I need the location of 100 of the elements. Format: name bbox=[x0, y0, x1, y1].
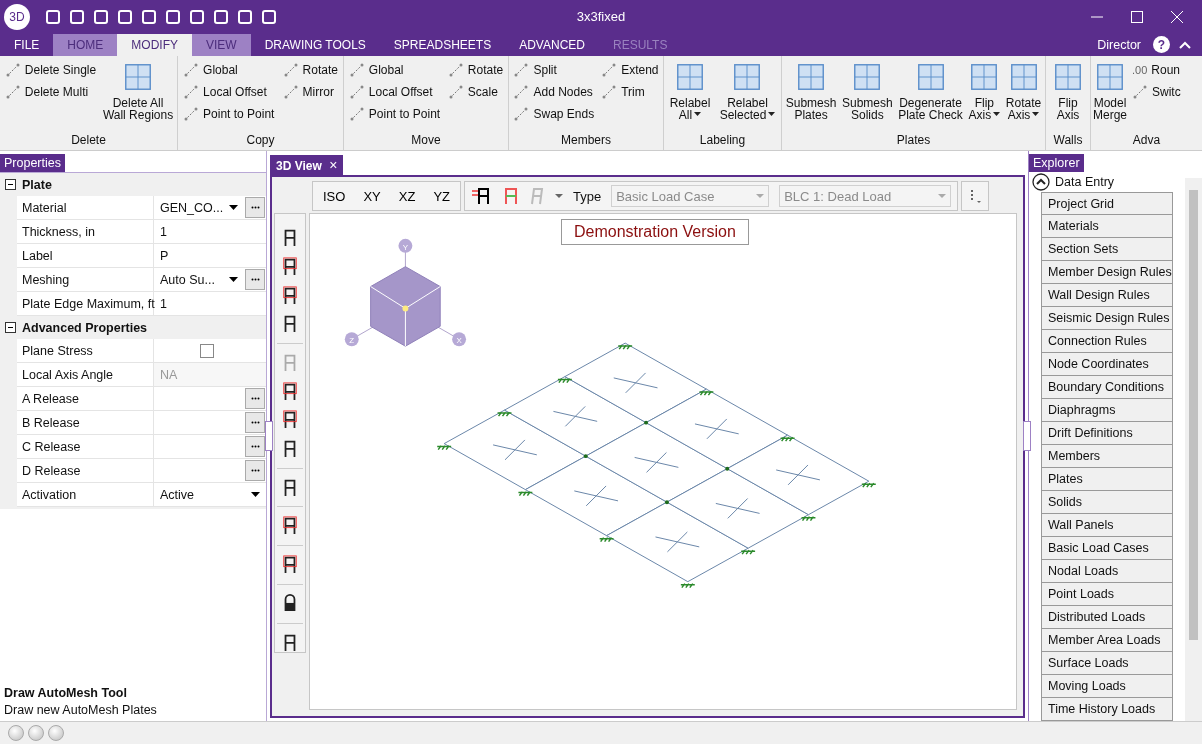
collapse-icon[interactable] bbox=[5, 179, 16, 191]
ribbon-tab[interactable]: SPREADSHEETS bbox=[379, 33, 506, 57]
ribbon-button[interactable]: Degenerate Plate Check bbox=[898, 59, 963, 124]
explorer-item[interactable]: Materials bbox=[1041, 215, 1173, 239]
member-colored-icon[interactable] bbox=[503, 186, 519, 207]
browse-button[interactable] bbox=[245, 388, 265, 410]
ribbon-button[interactable]: Add Nodes bbox=[512, 81, 596, 104]
toolbar-icon[interactable] bbox=[44, 7, 62, 26]
close-tab-button[interactable]: × bbox=[329, 157, 338, 174]
browse-button[interactable] bbox=[245, 197, 265, 219]
ribbon-button[interactable]: Point to Point bbox=[347, 103, 442, 126]
view-button[interactable]: XZ bbox=[394, 188, 420, 204]
ribbon-button[interactable]: Submesh Plates bbox=[785, 59, 837, 124]
dropdown-arrow-icon[interactable] bbox=[229, 276, 238, 283]
explorer-item[interactable]: Connection Rules bbox=[1041, 330, 1173, 354]
view-cube-drawing[interactable] bbox=[344, 239, 467, 347]
checkbox[interactable] bbox=[200, 343, 214, 358]
ribbon-button[interactable]: Rotate bbox=[281, 59, 339, 82]
toolbar-icon[interactable] bbox=[236, 7, 254, 26]
property-value[interactable]: P bbox=[160, 248, 169, 263]
ribbon-button[interactable]: Switc bbox=[1131, 81, 1182, 104]
explorer-item[interactable]: Nodal Loads bbox=[1041, 560, 1173, 584]
browse-button[interactable] bbox=[245, 269, 265, 291]
ribbon-button[interactable]: Flip Axis bbox=[968, 59, 1001, 124]
ribbon-tab[interactable]: FILE bbox=[0, 33, 54, 57]
explorer-item[interactable]: Seismic Design Rules bbox=[1041, 307, 1173, 331]
panel-tab[interactable]: Explorer bbox=[1029, 154, 1084, 173]
user-name[interactable]: Director bbox=[1097, 37, 1141, 52]
property-value[interactable]: 1 bbox=[160, 296, 167, 311]
explorer-item[interactable]: Node Coordinates bbox=[1041, 353, 1173, 377]
ribbon-button[interactable]: Swap Ends bbox=[512, 103, 596, 126]
ribbon-button[interactable]: Local Offset bbox=[182, 81, 276, 104]
explorer-item[interactable]: Basic Load Cases bbox=[1041, 537, 1173, 561]
panel-tab[interactable]: Properties bbox=[0, 154, 65, 173]
collapse-icon[interactable] bbox=[5, 322, 16, 334]
toolbar-icon[interactable] bbox=[68, 7, 86, 26]
ribbon-button[interactable]: Delete Multi bbox=[3, 81, 98, 104]
toolbar-icon[interactable] bbox=[164, 7, 182, 26]
splitter-handle[interactable] bbox=[1023, 421, 1031, 452]
ribbon-button[interactable]: Scale bbox=[446, 81, 505, 104]
ribbon-button[interactable]: Rotate bbox=[446, 59, 505, 82]
ribbon-button[interactable]: Trim bbox=[600, 81, 660, 104]
explorer-item[interactable]: Distributed Loads bbox=[1041, 606, 1173, 630]
maximize-icon[interactable] bbox=[1130, 9, 1144, 24]
ribbon-button[interactable]: Extend bbox=[600, 59, 660, 82]
browse-button[interactable] bbox=[245, 436, 265, 458]
view-button[interactable]: XY bbox=[359, 188, 385, 204]
property-value[interactable]: GEN_CO... bbox=[160, 200, 224, 215]
property-value[interactable]: 1 bbox=[160, 224, 167, 239]
close-icon[interactable] bbox=[1170, 9, 1184, 24]
ribbon-button[interactable]: Global bbox=[347, 59, 442, 82]
collapse-icon[interactable] bbox=[1178, 39, 1192, 50]
view-button[interactable]: ISO bbox=[319, 188, 350, 204]
explorer-item[interactable]: Wall Panels bbox=[1041, 514, 1173, 538]
toolbar-icon[interactable] bbox=[116, 7, 134, 26]
explorer-item[interactable]: Boundary Conditions bbox=[1041, 376, 1173, 400]
ribbon-button[interactable]: Flip Axis bbox=[1052, 59, 1084, 124]
toolbar-icon[interactable] bbox=[140, 7, 158, 26]
ribbon-button[interactable]: Rotate Axis bbox=[1005, 59, 1042, 124]
ribbon-tab[interactable]: DRAWING TOOLS bbox=[250, 33, 380, 57]
ribbon-button[interactable]: Split bbox=[512, 59, 596, 82]
explorer-item[interactable]: Time History Loads bbox=[1041, 698, 1173, 722]
toolbar-icon[interactable] bbox=[188, 7, 206, 26]
explorer-item[interactable]: Diaphragms bbox=[1041, 399, 1173, 423]
ribbon-button[interactable]: Delete All Wall Regions bbox=[102, 59, 174, 124]
browse-button[interactable] bbox=[245, 460, 265, 482]
ribbon-button[interactable]: Submesh Solids bbox=[841, 59, 893, 124]
explorer-item[interactable]: Plates bbox=[1041, 468, 1173, 492]
app-logo[interactable]: 3D bbox=[4, 3, 30, 30]
ribbon-tab[interactable]: ADVANCED bbox=[505, 33, 599, 57]
browse-button[interactable] bbox=[245, 412, 265, 434]
explorer-item[interactable]: Member Area Loads bbox=[1041, 629, 1173, 653]
help-button[interactable]: ? bbox=[1153, 36, 1170, 54]
explorer-item[interactable]: Point Loads bbox=[1041, 583, 1173, 607]
ribbon-button[interactable]: Relabel Selected bbox=[719, 59, 776, 124]
explorer-item[interactable]: Member Design Rules bbox=[1041, 261, 1173, 285]
document-tab[interactable]: 3D View × bbox=[270, 155, 344, 176]
explorer-item[interactable]: Project Grid bbox=[1041, 192, 1173, 216]
explorer-item[interactable]: Section Sets bbox=[1041, 238, 1173, 262]
toolbar-icon[interactable] bbox=[260, 7, 278, 26]
ribbon-button[interactable]: Local Offset bbox=[347, 81, 442, 104]
dropdown-arrow-icon[interactable] bbox=[251, 491, 260, 498]
ribbon-button[interactable]: Global bbox=[182, 59, 276, 82]
toolbar-icon[interactable] bbox=[212, 7, 230, 26]
ribbon-button[interactable]: Mirror bbox=[281, 81, 339, 104]
scrollbar-thumb[interactable] bbox=[1189, 190, 1198, 641]
explorer-item[interactable]: Moving Loads bbox=[1041, 675, 1173, 699]
ribbon-button[interactable]: Relabel All bbox=[669, 59, 711, 124]
explorer-item[interactable]: Drift Definitions bbox=[1041, 422, 1173, 446]
ribbon-button[interactable]: Delete Single bbox=[3, 59, 98, 82]
splitter-handle[interactable] bbox=[265, 421, 273, 452]
ribbon-button[interactable]: Model Merge bbox=[1093, 59, 1127, 124]
explorer-item[interactable]: Members bbox=[1041, 445, 1173, 469]
ribbon-button[interactable]: Point to Point bbox=[182, 103, 276, 126]
ribbon-button[interactable]: .00 Roun bbox=[1131, 59, 1182, 82]
explorer-item[interactable]: Solids bbox=[1041, 491, 1173, 515]
property-value[interactable]: Auto Su... bbox=[160, 272, 215, 287]
explorer-item[interactable]: Surface Loads bbox=[1041, 652, 1173, 676]
toolbar-icon[interactable] bbox=[92, 7, 110, 26]
view-button[interactable]: YZ bbox=[429, 188, 454, 204]
